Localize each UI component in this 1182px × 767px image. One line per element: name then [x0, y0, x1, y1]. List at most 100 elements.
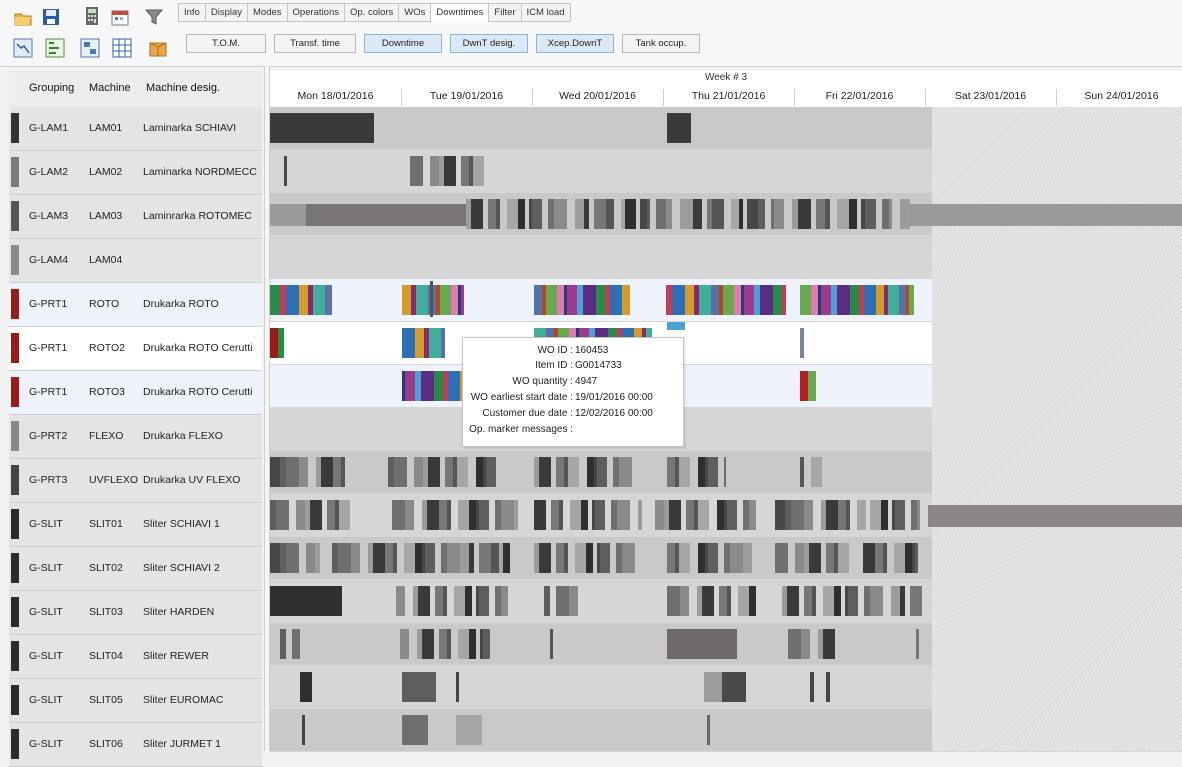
gantt-bar[interactable] — [479, 500, 489, 530]
gantt-bar[interactable] — [749, 500, 756, 530]
gantt-bar[interactable] — [559, 500, 563, 530]
gantt-bar[interactable] — [430, 156, 439, 186]
gantt-bar[interactable] — [479, 543, 491, 573]
gantt-bar[interactable] — [825, 199, 830, 229]
machine-row[interactable]: G-LAM2 LAM02 Laminarka NORDMECC — [9, 151, 262, 195]
tab-display[interactable]: Display — [204, 3, 248, 22]
tab-info[interactable]: Info — [178, 3, 205, 22]
gantt-bar[interactable] — [895, 500, 905, 530]
gantt-bar[interactable] — [667, 629, 737, 659]
gantt-bar[interactable] — [445, 457, 453, 487]
gantt-chart-icon[interactable] — [13, 38, 33, 58]
gantt-bar[interactable] — [738, 586, 749, 616]
gantt-bar[interactable] — [915, 543, 918, 573]
gantt-bar[interactable] — [730, 543, 743, 573]
gantt-bar[interactable] — [837, 199, 849, 229]
gantt-bar[interactable] — [693, 199, 702, 229]
gantt-bar[interactable] — [296, 500, 305, 530]
gantt-bar[interactable] — [606, 199, 614, 229]
gantt-bar[interactable] — [568, 457, 579, 487]
gantt-bar[interactable] — [491, 543, 499, 573]
gantt-bar[interactable] — [881, 500, 888, 530]
gantt-bar[interactable] — [838, 500, 846, 530]
gantt-bar[interactable] — [708, 543, 718, 573]
gantt-bar[interactable] — [875, 543, 883, 573]
tab-op-colors[interactable]: Op. colors — [344, 3, 399, 22]
gantt-bar[interactable] — [385, 543, 393, 573]
gantt-bar[interactable] — [325, 285, 332, 315]
gantt-bar[interactable] — [471, 199, 483, 229]
tab-operations[interactable]: Operations — [286, 3, 345, 22]
gantt-bar[interactable] — [270, 457, 280, 487]
gantt-bar[interactable] — [760, 285, 773, 315]
gantt-bar[interactable] — [800, 371, 808, 401]
grid-icon[interactable] — [112, 38, 132, 58]
gantt-bar[interactable] — [680, 586, 689, 616]
gantt-bar[interactable] — [743, 543, 752, 573]
gantt-bar[interactable] — [800, 328, 804, 358]
gantt-bar[interactable] — [575, 199, 584, 229]
gantt-bar[interactable] — [811, 457, 822, 487]
gantt-bar[interactable] — [773, 285, 782, 315]
gantt-bar[interactable] — [734, 285, 741, 315]
gantt-bar[interactable] — [429, 328, 441, 358]
gantt-bar[interactable] — [415, 543, 422, 573]
network-icon[interactable] — [45, 38, 65, 58]
gantt-bar[interactable] — [460, 543, 469, 573]
tom-button[interactable]: T.O.M. — [186, 34, 266, 53]
gantt-bar[interactable] — [447, 629, 451, 659]
gantt-bar[interactable] — [300, 672, 312, 702]
gantt-bar[interactable] — [795, 543, 804, 573]
gantt-bar[interactable] — [600, 543, 610, 573]
gantt-bar[interactable] — [826, 672, 830, 702]
machine-row[interactable]: G-PRT1 ROTO Drukarka ROTO — [9, 283, 262, 327]
gantt-bar[interactable] — [909, 285, 914, 315]
machine-row[interactable]: G-PRT1 ROTO2 Drukarka ROTO Cerutti — [9, 327, 262, 371]
gantt-bar[interactable] — [699, 285, 711, 315]
gantt-bar[interactable] — [270, 543, 280, 573]
gantt-bar[interactable] — [488, 199, 496, 229]
open-folder-icon[interactable] — [13, 8, 33, 28]
xcep-downt-button[interactable]: Xcep.DownT — [536, 34, 614, 53]
gantt-bar[interactable] — [514, 500, 518, 530]
gantt-bar[interactable] — [286, 457, 299, 487]
machine-row[interactable]: G-LAM4 LAM04 — [9, 239, 262, 283]
gantt-bar[interactable] — [739, 199, 743, 229]
gantt-bar[interactable] — [622, 285, 630, 315]
gantt-bar[interactable] — [787, 586, 799, 616]
gantt-bar[interactable] — [441, 328, 445, 358]
gantt-bar[interactable] — [448, 371, 460, 401]
gantt-bar[interactable] — [666, 199, 672, 229]
gantt-bar[interactable] — [338, 543, 351, 573]
gantt-bar[interactable] — [550, 629, 553, 659]
gantt-bar[interactable] — [422, 629, 434, 659]
gantt-bar[interactable] — [339, 500, 350, 530]
gantt-bar[interactable] — [837, 285, 850, 315]
gantt-bar[interactable] — [421, 371, 434, 401]
gantt-bar[interactable] — [581, 500, 588, 530]
gantt-bar[interactable] — [473, 156, 484, 186]
gantt-bar[interactable] — [299, 457, 308, 487]
calculator-icon[interactable] — [82, 6, 102, 26]
gantt-bar[interactable] — [546, 285, 557, 315]
tab-modes[interactable]: Modes — [247, 3, 287, 22]
gantt-bar[interactable] — [685, 285, 694, 315]
gantt-bar[interactable] — [610, 285, 622, 315]
gantt-bar[interactable] — [556, 457, 564, 487]
gantt-bar[interactable] — [910, 204, 1182, 226]
gantt-bar[interactable] — [811, 285, 818, 315]
gantt-bar[interactable] — [775, 543, 788, 573]
gantt-bar[interactable] — [638, 500, 642, 530]
gantt-bar[interactable] — [479, 586, 489, 616]
gantt-bar[interactable] — [567, 285, 577, 315]
gantt-bar[interactable] — [556, 543, 564, 573]
gantt-bar[interactable] — [808, 371, 816, 401]
gantt-chart-area[interactable] — [270, 107, 1182, 752]
gantt-bar[interactable] — [270, 285, 280, 315]
gantt-bar[interactable] — [486, 457, 496, 487]
gantt-bar[interactable] — [435, 586, 443, 616]
gantt-bar[interactable] — [428, 457, 440, 487]
gantt-bar[interactable] — [656, 199, 666, 229]
machine-desig-column-header[interactable]: Machine desig. — [146, 82, 220, 94]
gantt-bar[interactable] — [402, 715, 428, 745]
